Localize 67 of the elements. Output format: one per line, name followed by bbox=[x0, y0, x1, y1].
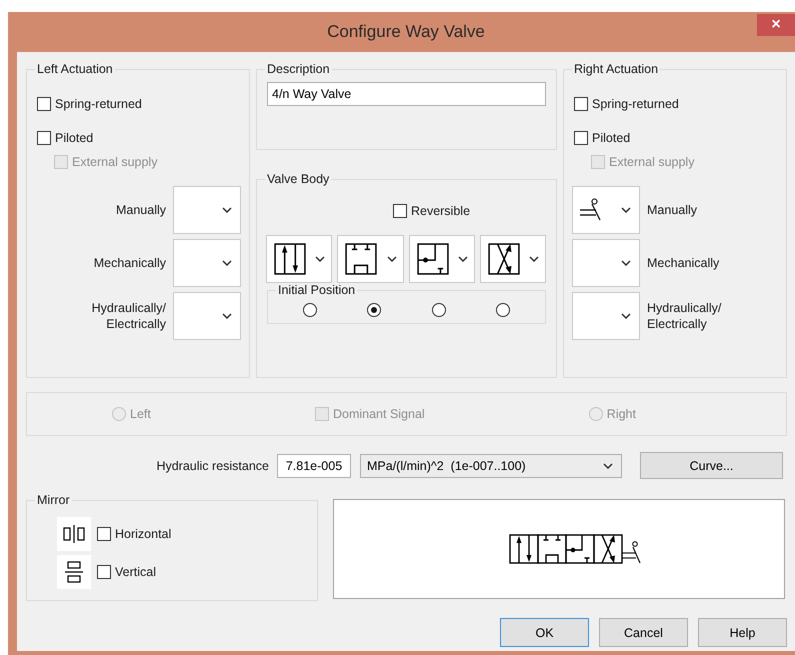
chevron-icon bbox=[621, 207, 631, 213]
chevron-icon bbox=[603, 462, 613, 468]
position-dropdown[interactable] bbox=[337, 235, 404, 283]
checkbox-label: External supply bbox=[609, 155, 694, 169]
radio-button[interactable] bbox=[432, 303, 446, 317]
dialog-button[interactable]: Help bbox=[698, 618, 787, 647]
checkbox[interactable] bbox=[392, 204, 407, 218]
chevron-icon bbox=[222, 207, 232, 213]
radio-button[interactable] bbox=[496, 303, 510, 317]
checkbox[interactable] bbox=[574, 131, 588, 145]
checkbox-label: Piloted bbox=[592, 131, 630, 145]
window-title: Configure Way Valve bbox=[327, 22, 485, 42]
group-title: Mirror bbox=[36, 493, 71, 507]
checkbox-label: External supply bbox=[72, 155, 158, 169]
group-title: Description bbox=[266, 62, 331, 76]
checkbox-label: Spring-returned bbox=[592, 97, 679, 111]
group-title: Right Actuation bbox=[573, 62, 660, 76]
resistance-field[interactable]: 7.81e-005 bbox=[277, 454, 351, 478]
checkbox[interactable] bbox=[97, 565, 111, 579]
description-field[interactable]: 4/n Way Valve bbox=[267, 82, 546, 106]
checkbox[interactable] bbox=[37, 97, 51, 111]
position-dropdown[interactable] bbox=[480, 235, 546, 283]
chevron-icon bbox=[458, 256, 468, 262]
chevron-icon bbox=[529, 256, 539, 262]
radio-label: Right bbox=[606, 407, 636, 421]
dialog-button[interactable]: OK bbox=[500, 618, 589, 647]
checkbox-label: Dominant Signal bbox=[332, 407, 425, 421]
chevron-icon bbox=[621, 313, 631, 319]
checkbox-label: Piloted bbox=[55, 131, 94, 145]
position-dropdown[interactable] bbox=[266, 235, 332, 283]
valve-position-icon bbox=[488, 243, 520, 275]
checkbox[interactable] bbox=[97, 527, 111, 541]
checkbox-label: Spring-returned bbox=[55, 97, 142, 111]
curve-button[interactable]: Curve... bbox=[640, 452, 783, 479]
checkbox[interactable] bbox=[574, 97, 588, 111]
actuator-label: Hydraulically/ Electrically bbox=[647, 300, 722, 332]
mirror-horizontal-icon bbox=[62, 524, 86, 544]
radio-button[interactable] bbox=[303, 303, 318, 317]
actuator-label: Mechanically bbox=[647, 255, 720, 271]
checkbox-label: Horizontal bbox=[115, 527, 172, 541]
group-title: Valve Body bbox=[266, 172, 330, 186]
chevron-icon bbox=[315, 256, 326, 262]
chevron-icon bbox=[222, 313, 232, 319]
actuator-label: Mechanically bbox=[94, 255, 166, 271]
unit-dropdown[interactable]: MPa/(l/min)^2 (1e-007..100) bbox=[360, 454, 622, 478]
close-button[interactable]: × bbox=[757, 14, 795, 36]
mirror-vertical-icon bbox=[64, 560, 84, 584]
valve-position-icon bbox=[416, 243, 448, 275]
radio-button[interactable] bbox=[367, 303, 382, 317]
actuator-label: Manually bbox=[647, 202, 698, 218]
actuator-dropdown[interactable] bbox=[572, 186, 640, 234]
field-label: Hydraulic resistance bbox=[156, 458, 269, 472]
dialog-button[interactable]: Cancel bbox=[599, 618, 688, 647]
chevron-icon bbox=[222, 260, 232, 266]
chevron-icon bbox=[386, 256, 396, 262]
checkbox-label: Vertical bbox=[115, 565, 156, 579]
group-title: Left Actuation bbox=[36, 62, 114, 76]
position-dropdown[interactable] bbox=[408, 235, 475, 283]
checkbox[interactable] bbox=[37, 131, 51, 145]
checkbox-label: Reversible bbox=[410, 204, 470, 218]
chevron-icon bbox=[621, 260, 631, 266]
valve-position-icon bbox=[345, 243, 378, 275]
radio-label: Left bbox=[130, 407, 151, 421]
group-title: Initial Position bbox=[277, 283, 356, 297]
actuator-label: Hydraulically/ Electrically bbox=[92, 300, 166, 332]
actuator-label: Manually bbox=[116, 202, 166, 218]
valve-position-icon bbox=[274, 243, 306, 275]
